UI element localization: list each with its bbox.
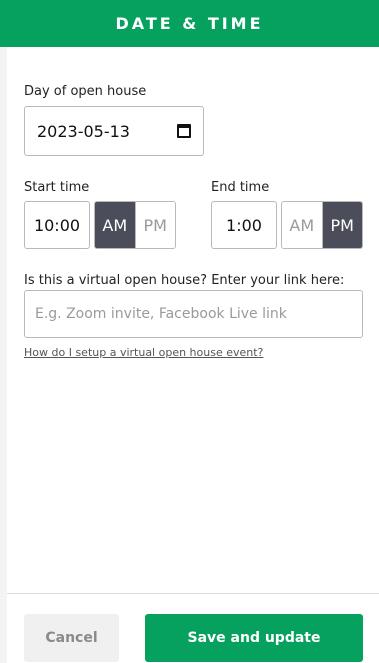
date-value: 2023-05-13 <box>37 121 130 141</box>
end-am-button[interactable]: AM <box>282 202 322 248</box>
day-label: Day of open house <box>24 84 147 99</box>
start-am-button[interactable]: AM <box>95 202 135 248</box>
header-bar: DATE & TIME <box>0 0 379 47</box>
start-time-input[interactable]: 10:00 <box>24 201 90 249</box>
virtual-link-label: Is this a virtual open house? Enter your… <box>24 273 345 288</box>
end-ampm-toggle: AM PM <box>281 201 363 249</box>
footer-divider <box>7 593 379 594</box>
cancel-button[interactable]: Cancel <box>24 614 119 662</box>
end-time-value: 1:00 <box>226 215 262 235</box>
save-button[interactable]: Save and update <box>145 614 363 662</box>
start-time-value: 10:00 <box>33 215 81 235</box>
start-ampm-toggle: AM PM <box>94 201 176 249</box>
page-title: DATE & TIME <box>115 14 264 33</box>
end-time-input[interactable]: 1:00 <box>211 201 277 249</box>
end-time-label: End time <box>211 180 270 195</box>
virtual-help-link[interactable]: How do I setup a virtual open house even… <box>24 346 263 359</box>
start-time-label: Start time <box>24 180 90 195</box>
virtual-link-input[interactable] <box>24 290 363 338</box>
calendar-icon[interactable] <box>177 124 191 138</box>
end-pm-button[interactable]: PM <box>321 202 362 248</box>
date-input[interactable]: 2023-05-13 <box>24 106 204 156</box>
start-pm-button[interactable]: PM <box>134 202 175 248</box>
